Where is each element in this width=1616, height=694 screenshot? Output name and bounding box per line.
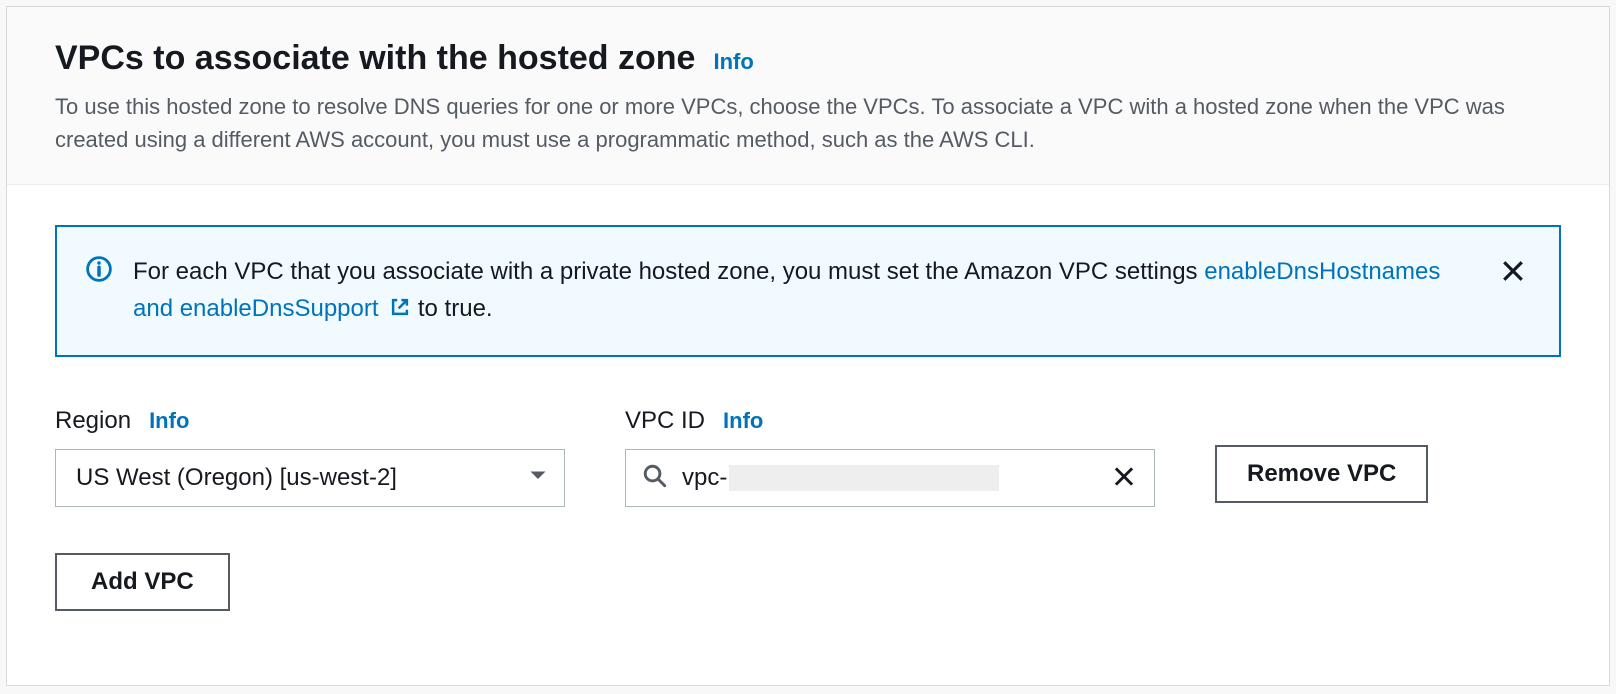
panel-title: VPCs to associate with the hosted zone bbox=[55, 39, 695, 78]
info-alert: For each VPC that you associate with a p… bbox=[55, 225, 1561, 357]
vpc-id-value-redacted bbox=[729, 465, 999, 491]
close-icon bbox=[1111, 478, 1137, 493]
region-form-group: Region Info US West (Oregon) [us-west-2] bbox=[55, 407, 565, 507]
region-select-value: US West (Oregon) [us-west-2] bbox=[76, 464, 397, 492]
vpc-id-clear-button[interactable] bbox=[1107, 460, 1141, 497]
add-vpc-button[interactable]: Add VPC bbox=[55, 553, 230, 611]
vpc-id-form-group: VPC ID Info vpc- bbox=[625, 407, 1155, 507]
region-info-link[interactable]: Info bbox=[149, 408, 189, 434]
region-label-row: Region Info bbox=[55, 407, 565, 435]
alert-text-after: to true. bbox=[418, 295, 493, 322]
panel-info-link[interactable]: Info bbox=[713, 49, 753, 75]
vpc-id-value-prefix: vpc- bbox=[682, 464, 727, 492]
panel-title-row: VPCs to associate with the hosted zone I… bbox=[55, 39, 1561, 78]
info-alert-text: For each VPC that you associate with a p… bbox=[133, 253, 1475, 329]
region-select[interactable]: US West (Oregon) [us-west-2] bbox=[55, 449, 565, 507]
region-label: Region bbox=[55, 407, 131, 435]
region-select-wrap: US West (Oregon) [us-west-2] bbox=[55, 449, 565, 507]
search-icon bbox=[642, 463, 668, 494]
vpc-associate-panel: VPCs to associate with the hosted zone I… bbox=[6, 6, 1610, 686]
remove-vpc-button[interactable]: Remove VPC bbox=[1215, 445, 1428, 503]
add-vpc-row: Add VPC bbox=[55, 553, 1561, 611]
alert-close-button[interactable] bbox=[1495, 253, 1531, 292]
vpc-form-row: Region Info US West (Oregon) [us-west-2] bbox=[55, 407, 1561, 507]
close-icon bbox=[1499, 273, 1527, 288]
vpc-id-input-wrap: vpc- bbox=[625, 449, 1155, 507]
panel-body: For each VPC that you associate with a p… bbox=[7, 185, 1609, 651]
panel-header: VPCs to associate with the hosted zone I… bbox=[7, 7, 1609, 185]
info-icon bbox=[85, 255, 113, 283]
panel-description: To use this hosted zone to resolve DNS q… bbox=[55, 90, 1561, 156]
vpc-id-label-row: VPC ID Info bbox=[625, 407, 1155, 435]
remove-vpc-group: Remove VPC bbox=[1215, 445, 1428, 503]
vpc-id-input[interactable]: vpc- bbox=[625, 449, 1155, 507]
external-link-icon bbox=[389, 297, 418, 324]
vpc-id-info-link[interactable]: Info bbox=[723, 408, 763, 434]
vpc-id-label: VPC ID bbox=[625, 407, 705, 435]
alert-text-before: For each VPC that you associate with a p… bbox=[133, 258, 1204, 285]
vpc-id-value: vpc- bbox=[682, 464, 1100, 492]
